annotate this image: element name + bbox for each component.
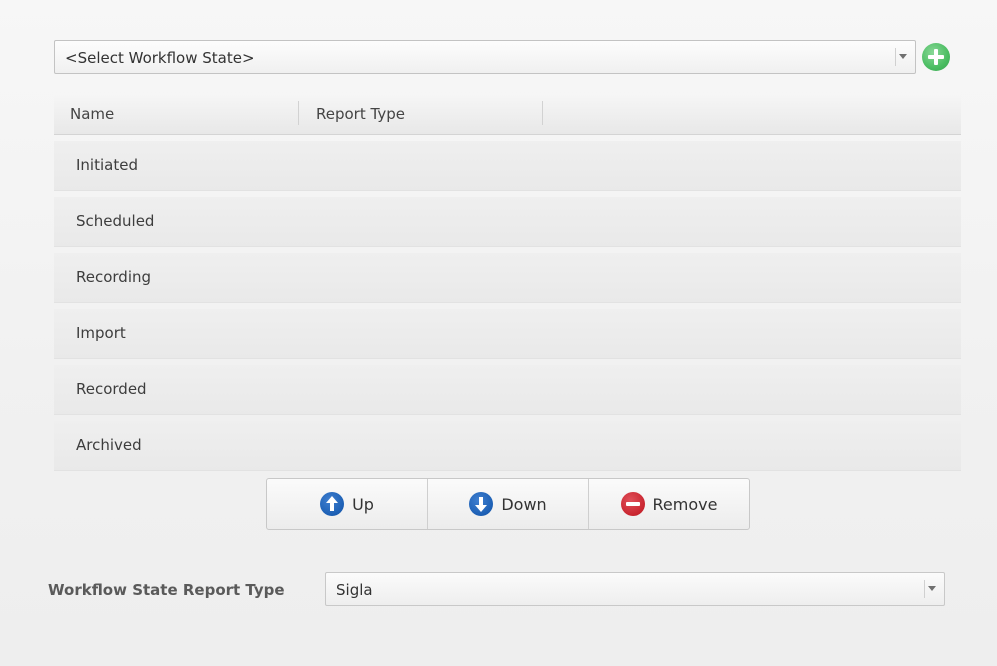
report-type-select[interactable]: Sigla bbox=[325, 572, 945, 606]
table-row[interactable]: Archived bbox=[54, 421, 961, 471]
table-header: Name Report Type bbox=[54, 94, 961, 135]
column-header-report-type[interactable]: Report Type bbox=[316, 105, 405, 123]
row-actions-toolbar: Up Down Remove bbox=[266, 478, 750, 530]
table-row[interactable]: Recording bbox=[54, 253, 961, 303]
workflow-states-table: Name Report Type Initiated Scheduled Rec… bbox=[54, 94, 961, 471]
column-separator[interactable] bbox=[542, 101, 543, 125]
arrow-up-circle-icon bbox=[320, 492, 345, 516]
row-name-cell: Import bbox=[76, 324, 126, 342]
move-down-button[interactable]: Down bbox=[427, 479, 588, 529]
move-up-button[interactable]: Up bbox=[267, 479, 427, 529]
row-name-cell: Scheduled bbox=[76, 212, 155, 230]
report-type-label: Workflow State Report Type bbox=[48, 581, 285, 599]
remove-label: Remove bbox=[652, 494, 718, 514]
column-header-name[interactable]: Name bbox=[70, 105, 114, 123]
row-name-cell: Initiated bbox=[76, 156, 138, 174]
table-row[interactable]: Scheduled bbox=[54, 197, 961, 247]
arrow-down-circle-icon bbox=[469, 492, 494, 516]
table-row[interactable]: Initiated bbox=[54, 141, 961, 191]
column-separator[interactable] bbox=[298, 101, 299, 125]
move-down-label: Down bbox=[501, 494, 547, 514]
workflow-state-select-value: <Select Workflow State> bbox=[65, 49, 255, 67]
add-state-button[interactable] bbox=[922, 43, 950, 71]
move-up-label: Up bbox=[352, 494, 374, 514]
row-name-cell: Recorded bbox=[76, 380, 147, 398]
remove-button[interactable]: Remove bbox=[588, 479, 749, 529]
table-row[interactable]: Import bbox=[54, 309, 961, 359]
workflow-state-select[interactable]: <Select Workflow State> bbox=[54, 40, 916, 74]
report-type-select-value: Sigla bbox=[336, 581, 373, 599]
table-row[interactable]: Recorded bbox=[54, 365, 961, 415]
row-name-cell: Recording bbox=[76, 268, 152, 286]
minus-circle-icon bbox=[620, 492, 645, 516]
chevron-down-icon[interactable] bbox=[895, 48, 909, 66]
row-name-cell: Archived bbox=[76, 436, 142, 454]
chevron-down-icon[interactable] bbox=[924, 580, 938, 598]
